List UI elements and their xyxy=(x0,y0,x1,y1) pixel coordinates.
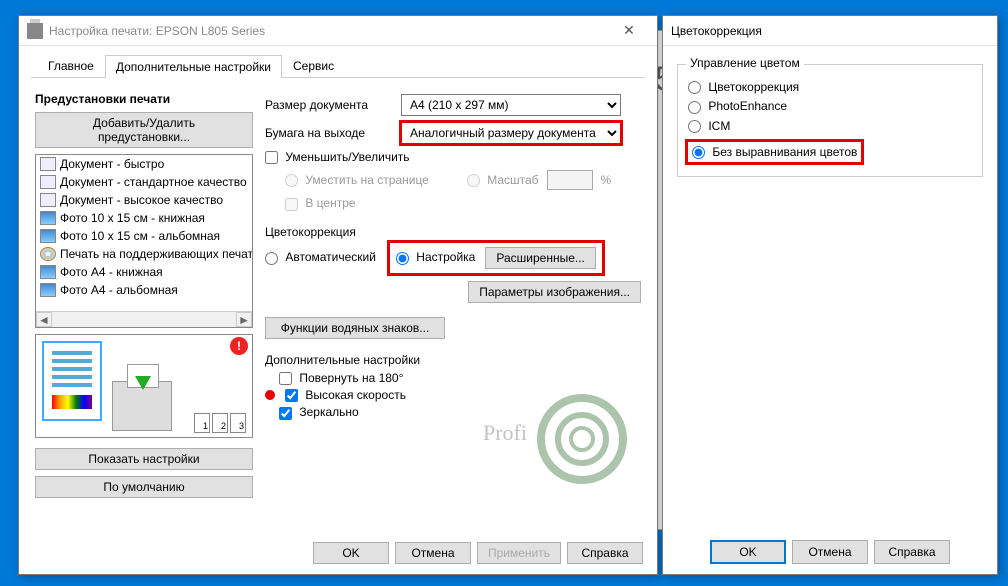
preview-printer-icon xyxy=(112,381,172,431)
cancel-button[interactable]: Отмена xyxy=(395,542,471,564)
help-button[interactable]: Справка xyxy=(874,540,950,564)
advanced-button[interactable]: Расширенные... xyxy=(485,247,596,269)
preset-item: Фото А4 - альбомная xyxy=(36,281,252,299)
titlebar: Цветокоррекция xyxy=(663,16,997,46)
scroll-left-icon[interactable]: ◄ xyxy=(36,312,52,327)
auto-radio[interactable]: Автоматический xyxy=(265,250,376,264)
photo-icon xyxy=(40,229,56,243)
image-params-button[interactable]: Параметры изображения... xyxy=(468,281,641,303)
print-settings-window: Настройка печати: EPSON L805 Series ✕ Гл… xyxy=(18,15,658,575)
document-icon xyxy=(40,175,56,189)
custom-radio[interactable]: Настройка xyxy=(396,250,475,264)
fit-page-radio: Уместить на странице xyxy=(285,173,429,187)
additional-settings-label: Дополнительные настройки xyxy=(265,353,641,367)
scale-input xyxy=(547,170,593,190)
scale-radio: Масштаб xyxy=(467,173,539,187)
preset-item: Фото 10 х 15 см - книжная xyxy=(36,209,252,227)
reduce-enlarge-checkbox[interactable]: Уменьшить/Увеличить xyxy=(265,150,410,164)
show-settings-button[interactable]: Показать настройки xyxy=(35,448,253,470)
color-management-group: Управление цветом Цветокоррекция PhotoEn… xyxy=(677,64,983,177)
doc-size-select[interactable]: A4 (210 x 297 мм) xyxy=(401,94,621,116)
tab-main[interactable]: Главное xyxy=(37,54,105,77)
preset-item: Документ - быстро xyxy=(36,155,252,173)
presets-title: Предустановки печати xyxy=(35,92,253,106)
color-correction-label: Цветокоррекция xyxy=(265,225,641,239)
alert-icon: ! xyxy=(230,337,248,355)
out-paper-label: Бумага на выходе xyxy=(265,126,393,140)
tab-additional[interactable]: Дополнительные настройки xyxy=(105,55,282,78)
preview-document-icon xyxy=(42,341,102,421)
document-icon xyxy=(40,157,56,171)
tab-service[interactable]: Сервис xyxy=(282,54,345,77)
arrow-down-icon xyxy=(135,376,151,390)
horizontal-scrollbar[interactable]: ◄ ► xyxy=(36,311,252,327)
preview-panel: ! 123 xyxy=(35,334,253,438)
rotate-checkbox[interactable]: Повернуть на 180° xyxy=(279,371,403,385)
highlight-dot-icon xyxy=(265,390,275,400)
preset-item: Печать на поддерживающих печат xyxy=(36,245,252,263)
preset-item: Фото А4 - книжная xyxy=(36,263,252,281)
color-correction-window: Цветокоррекция Управление цветом Цветоко… xyxy=(662,15,998,575)
printer-icon xyxy=(27,23,43,39)
presets-list[interactable]: Документ - быстро Документ - стандартное… xyxy=(35,154,253,328)
cc-option-correction[interactable]: Цветокоррекция xyxy=(688,80,972,94)
titlebar: Настройка печати: EPSON L805 Series ✕ xyxy=(19,16,657,46)
scroll-right-icon[interactable]: ► xyxy=(236,312,252,327)
photo-icon xyxy=(40,211,56,225)
cc-option-photoenhance[interactable]: PhotoEnhance xyxy=(688,99,972,113)
preset-item: Документ - высокое качество xyxy=(36,191,252,209)
watermark-funcs-button[interactable]: Функции водяных знаков... xyxy=(265,317,445,339)
window-title: Настройка печати: EPSON L805 Series xyxy=(49,24,609,38)
tab-bar: Главное Дополнительные настройки Сервис xyxy=(31,50,645,78)
cc-option-no-alignment[interactable]: Без выравнивания цветов xyxy=(692,145,857,159)
apply-button: Применить xyxy=(477,542,561,564)
close-icon[interactable]: ✕ xyxy=(609,22,649,39)
dialog-buttons: OK Отмена Справка xyxy=(663,540,997,564)
ok-button[interactable]: OK xyxy=(710,540,786,564)
preset-item: Документ - стандартное качество xyxy=(36,173,252,191)
preset-item: Фото 10 х 15 см - альбомная xyxy=(36,227,252,245)
out-paper-select[interactable]: Аналогичный размеру документа xyxy=(401,122,621,144)
cancel-button[interactable]: Отмена xyxy=(792,540,868,564)
highspeed-checkbox[interactable]: Высокая скорость xyxy=(285,388,406,402)
ok-button[interactable]: OK xyxy=(313,542,389,564)
preview-page-thumbs: 123 xyxy=(194,413,246,433)
defaults-button[interactable]: По умолчанию xyxy=(35,476,253,498)
window-title: Цветокоррекция xyxy=(671,24,989,38)
add-remove-presets-button[interactable]: Добавить/Удалить предустановки... xyxy=(35,112,253,148)
document-icon xyxy=(40,193,56,207)
dialog-buttons: OK Отмена Применить Справка xyxy=(313,542,643,564)
photo-icon xyxy=(40,265,56,279)
doc-size-label: Размер документа xyxy=(265,98,393,112)
cc-option-icm[interactable]: ICM xyxy=(688,119,972,133)
center-checkbox: В центре xyxy=(285,196,356,210)
group-title: Управление цветом xyxy=(686,56,804,70)
cd-icon xyxy=(40,247,56,261)
help-button[interactable]: Справка xyxy=(567,542,643,564)
photo-icon xyxy=(40,283,56,297)
mirror-checkbox[interactable]: Зеркально xyxy=(279,405,359,419)
